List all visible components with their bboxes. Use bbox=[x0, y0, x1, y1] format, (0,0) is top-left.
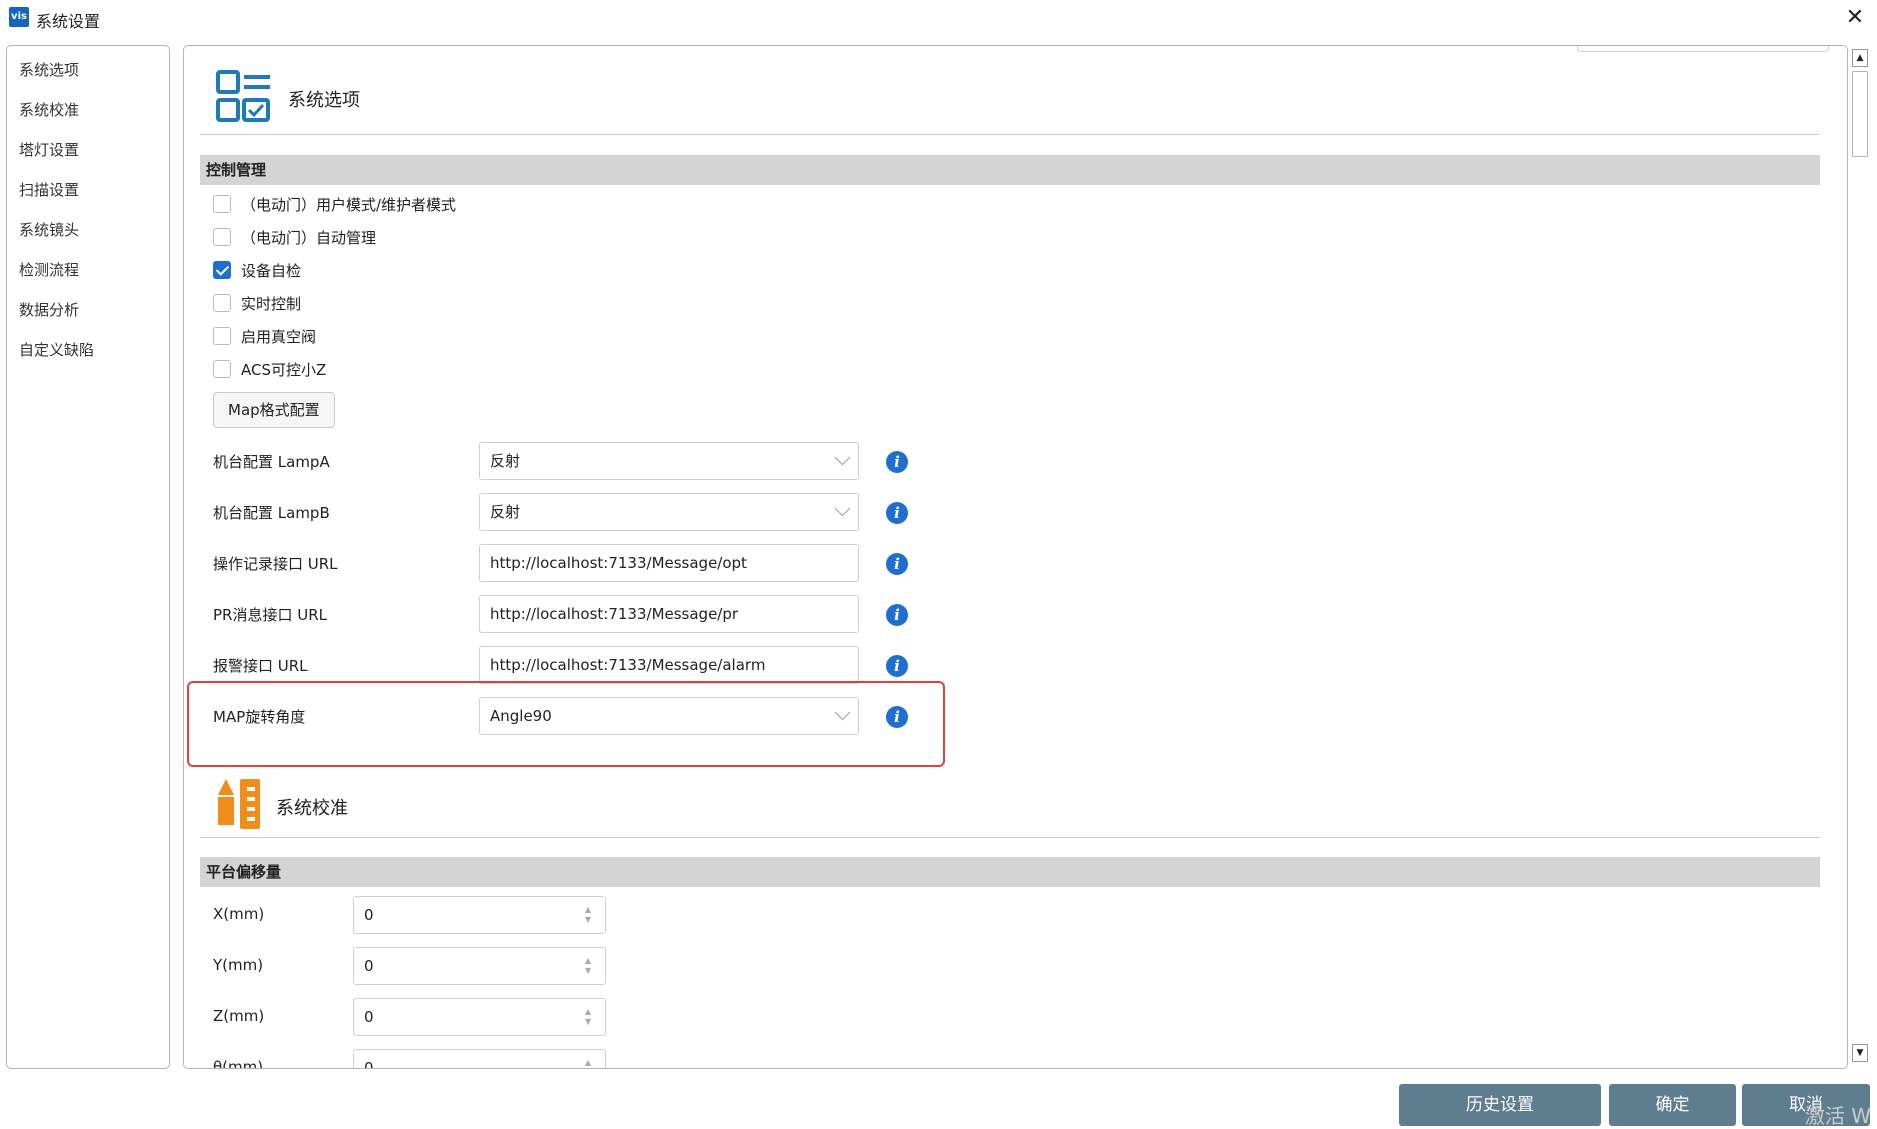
checkbox-row-door-user-mode[interactable]: （电动门）用户模式/维护者模式 bbox=[213, 192, 456, 216]
checkbox[interactable] bbox=[213, 294, 231, 312]
info-icon[interactable]: i bbox=[886, 502, 908, 524]
field-label-lamp-b: 机台配置 LampB bbox=[213, 504, 330, 522]
field-label-pr-url: PR消息接口 URL bbox=[213, 606, 327, 624]
checkbox[interactable] bbox=[213, 360, 231, 378]
x-offset-stepper[interactable]: 0 ▲ ▼ bbox=[353, 896, 606, 934]
checkbox-row-door-auto[interactable]: （电动门）自动管理 bbox=[213, 225, 376, 249]
checkbox[interactable] bbox=[213, 195, 231, 213]
checkbox-label: 设备自检 bbox=[241, 261, 302, 280]
section-title-system-calibration: 系统校准 bbox=[276, 798, 348, 819]
sidebar-item-scan[interactable]: 扫描设置 bbox=[19, 179, 79, 200]
title-bar: vis 系统设置 ✕ bbox=[0, 0, 1877, 38]
map-format-config-button[interactable]: Map格式配置 bbox=[213, 392, 335, 428]
sidebar-item-data-analysis[interactable]: 数据分析 bbox=[19, 299, 79, 320]
theta-offset-stepper[interactable]: 0 ▲▼ bbox=[353, 1049, 606, 1069]
chevron-down-icon bbox=[834, 449, 851, 466]
info-icon[interactable]: i bbox=[886, 451, 908, 473]
activation-watermark: 激活 W bbox=[1804, 1104, 1871, 1128]
spin-arrows-icon[interactable]: ▲▼ bbox=[585, 1058, 595, 1068]
checkbox-row-acs-small-z[interactable]: ACS可控小Z bbox=[213, 357, 326, 381]
ruler-icon bbox=[218, 779, 260, 829]
sidebar: 系统选项 系统校准 塔灯设置 扫描设置 系统镜头 检测流程 数据分析 自定义缺陷 bbox=[6, 45, 170, 1069]
info-icon[interactable]: i bbox=[886, 604, 908, 626]
field-label-opt-url: 操作记录接口 URL bbox=[213, 555, 338, 573]
checkbox-checked[interactable] bbox=[213, 261, 231, 279]
field-label-z: Z(mm) bbox=[213, 1007, 265, 1025]
spin-arrows-icon[interactable]: ▲▼ bbox=[585, 905, 595, 925]
field-label-theta: θ(mm) bbox=[213, 1058, 264, 1069]
lamp-b-select[interactable]: 反射 bbox=[479, 493, 859, 531]
checkbox-label: ACS可控小Z bbox=[241, 360, 327, 379]
sidebar-item-system-options[interactable]: 系统选项 bbox=[19, 59, 79, 80]
group-platform-offset: 平台偏移量 bbox=[200, 857, 1820, 887]
checklist-icon bbox=[216, 70, 270, 122]
spin-arrows-icon[interactable]: ▲▼ bbox=[585, 1007, 595, 1027]
app-logo-icon: vis bbox=[9, 7, 29, 27]
divider bbox=[200, 134, 1820, 135]
main-panel: 系统选项 控制管理 （电动门）用户模式/维护者模式 （电动门）自动管理 设备自检… bbox=[183, 45, 1848, 1069]
checkbox[interactable] bbox=[213, 327, 231, 345]
field-label-alarm-url: 报警接口 URL bbox=[213, 657, 308, 675]
group-control-management: 控制管理 bbox=[200, 155, 1820, 185]
divider bbox=[200, 837, 1820, 838]
spin-arrows-icon[interactable]: ▲▼ bbox=[585, 956, 595, 976]
alarm-url-input[interactable]: http://localhost:7133/Message/alarm bbox=[479, 646, 859, 684]
checkbox-row-realtime-control[interactable]: 实时控制 bbox=[213, 291, 301, 315]
info-icon[interactable]: i bbox=[886, 553, 908, 575]
scrollbar-thumb[interactable] bbox=[1852, 71, 1868, 157]
sidebar-item-system-calibration[interactable]: 系统校准 bbox=[19, 99, 79, 120]
window-title: 系统设置 bbox=[36, 12, 101, 31]
scroll-up-arrow-icon[interactable]: ▲ bbox=[1852, 49, 1868, 67]
checkbox-label: （电动门）用户模式/维护者模式 bbox=[241, 195, 457, 214]
field-label-lamp-a: 机台配置 LampA bbox=[213, 453, 330, 471]
chevron-down-icon bbox=[834, 500, 851, 517]
y-offset-stepper[interactable]: 0 ▲ ▼ bbox=[353, 947, 606, 985]
sidebar-item-lens[interactable]: 系统镜头 bbox=[19, 219, 79, 240]
checkbox-label: 启用真空阀 bbox=[241, 327, 317, 346]
close-icon[interactable]: ✕ bbox=[1841, 4, 1869, 32]
vertical-scrollbar[interactable]: ▲ ▼ bbox=[1850, 45, 1870, 1069]
opt-url-input[interactable]: http://localhost:7133/Message/opt bbox=[479, 544, 859, 582]
sidebar-item-custom-defect[interactable]: 自定义缺陷 bbox=[19, 339, 94, 360]
section-title-system-options: 系统选项 bbox=[288, 90, 360, 111]
sidebar-item-inspection-flow[interactable]: 检测流程 bbox=[19, 259, 79, 280]
confirm-button[interactable]: 确定 bbox=[1609, 1084, 1736, 1126]
highlight-annotation-box bbox=[187, 681, 945, 767]
history-settings-button[interactable]: 历史设置 bbox=[1399, 1084, 1601, 1126]
field-label-x: X(mm) bbox=[213, 905, 265, 923]
stepper-value: 0 bbox=[364, 1059, 374, 1069]
lamp-a-select[interactable]: 反射 bbox=[479, 442, 859, 480]
info-icon[interactable]: i bbox=[886, 655, 908, 677]
checkbox[interactable] bbox=[213, 228, 231, 246]
stepper-value: 0 bbox=[364, 906, 374, 924]
checkbox-label: 实时控制 bbox=[241, 294, 302, 313]
field-label-y: Y(mm) bbox=[213, 956, 264, 974]
stepper-value: 0 bbox=[364, 957, 374, 975]
sidebar-item-tower-light[interactable]: 塔灯设置 bbox=[19, 139, 79, 160]
z-offset-stepper[interactable]: 0 ▲ ▼ bbox=[353, 998, 606, 1036]
partial-input[interactable] bbox=[1577, 46, 1829, 52]
checkbox-row-self-check[interactable]: 设备自检 bbox=[213, 258, 301, 282]
checkbox-row-vacuum-valve[interactable]: 启用真空阀 bbox=[213, 324, 316, 348]
pr-url-input[interactable]: http://localhost:7133/Message/pr bbox=[479, 595, 859, 633]
stepper-value: 0 bbox=[364, 1008, 374, 1026]
scroll-down-arrow-icon[interactable]: ▼ bbox=[1852, 1044, 1868, 1062]
checkbox-label: （电动门）自动管理 bbox=[241, 228, 377, 247]
select-value: 反射 bbox=[490, 503, 521, 521]
select-value: 反射 bbox=[490, 452, 521, 470]
